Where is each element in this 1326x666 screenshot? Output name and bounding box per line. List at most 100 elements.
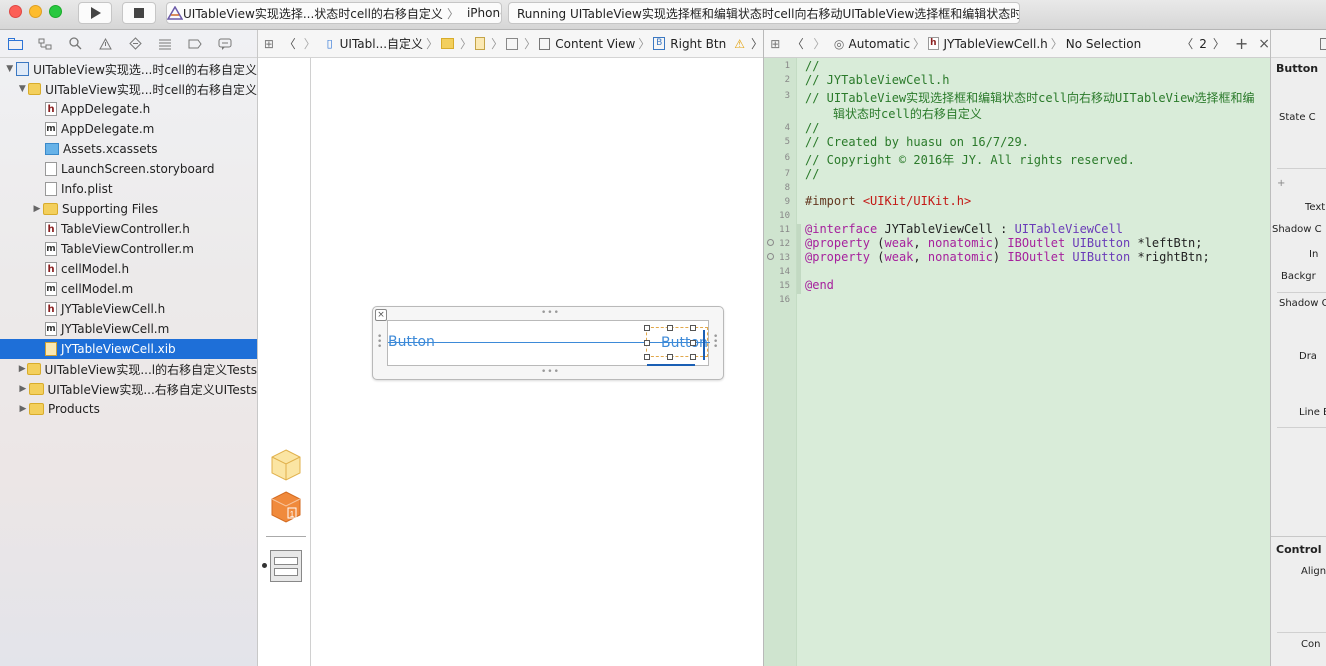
code-line[interactable]: // JYTableViewCell.h [805, 73, 950, 87]
list-item[interactable]: h TableViewController.h [0, 219, 257, 239]
selection-handle[interactable] [690, 340, 696, 346]
code-line[interactable]: // [805, 167, 819, 181]
line-break-label: Line B [1299, 407, 1326, 418]
disclosure-right-icon[interactable]: ▶ [17, 384, 29, 394]
list-item[interactable]: m TableViewController.m [0, 239, 257, 259]
list-item[interactable]: ▶ UITableView实现...l的右移自定义Tests [0, 359, 257, 379]
back-arrow-icon[interactable]: 〈 [787, 35, 810, 52]
shadow-offset-label: Shadow O [1279, 298, 1326, 309]
code-line-right-outlet[interactable]: @property (weak, nonatomic) IBOutlet UIB… [805, 250, 1210, 264]
xib-file-icon[interactable] [474, 37, 486, 50]
code-line[interactable]: // [805, 59, 819, 73]
list-item[interactable]: ▶ Products [0, 399, 257, 419]
minimize-window-button[interactable] [29, 5, 42, 18]
disclosure-down-icon[interactable]: ▼ [17, 84, 28, 94]
list-item[interactable]: Info.plist [0, 179, 257, 199]
related-items-icon[interactable]: ⊞ [764, 37, 787, 51]
report-navigator-icon[interactable] [210, 30, 240, 58]
list-item[interactable]: ▼ UITableView实现选...时cell的右移自定义 [0, 59, 257, 79]
previous-counterpart-icon[interactable]: 〈 [1181, 35, 1193, 52]
list-item[interactable]: m JYTableViewCell.m [0, 319, 257, 339]
first-responder-icon[interactable]: 1 [269, 490, 303, 527]
table-cell-icon[interactable] [506, 37, 519, 50]
selection-handle[interactable] [644, 354, 650, 360]
breadcrumb-right-btn[interactable]: Right Btn [670, 37, 726, 51]
add-editor-icon[interactable]: + [1235, 34, 1248, 53]
source-file-icon: m [45, 122, 57, 136]
resize-handle-right[interactable]: • • • [713, 333, 718, 352]
forward-arrow-icon[interactable]: 〉 [751, 35, 763, 52]
list-item[interactable]: Assets.xcassets [0, 139, 257, 159]
list-item-selected[interactable]: JYTableViewCell.xib [0, 339, 257, 359]
right-button[interactable]: Button [661, 335, 708, 351]
list-item[interactable]: ▶ Supporting Files [0, 199, 257, 219]
assistant-mode[interactable]: Automatic [849, 37, 911, 51]
add-variation-button[interactable]: + [1277, 178, 1285, 189]
folder-navigator-icon[interactable] [0, 30, 30, 58]
close-window-button[interactable] [9, 5, 22, 18]
selection-handle[interactable] [667, 325, 673, 331]
selection-handle[interactable] [690, 354, 696, 360]
resize-handle-top[interactable]: ••• [541, 308, 560, 318]
code-line-end[interactable]: @end [805, 278, 834, 292]
list-item[interactable]: ▶ UITableView实现...右移自定义UITests [0, 379, 257, 399]
breadcrumb-content-view[interactable]: Content View [555, 37, 635, 51]
stop-button[interactable] [122, 2, 156, 24]
left-button[interactable]: Button [388, 334, 435, 350]
editor-selection[interactable]: No Selection [1066, 37, 1141, 51]
selection-handle[interactable] [644, 340, 650, 346]
search-icon[interactable] [60, 30, 90, 58]
list-item[interactable]: h JYTableViewCell.h [0, 299, 257, 319]
content-view[interactable]: Button Button [387, 320, 710, 366]
table-view-cell-icon[interactable] [270, 550, 302, 582]
code-line[interactable]: // [805, 121, 819, 135]
close-icon[interactable]: × [375, 309, 387, 321]
forward-arrow-icon[interactable]: 〉 [809, 35, 830, 52]
scheme-selector[interactable]: UITableView实现选择...状态时cell的右移自定义 〉 iPhone… [166, 2, 502, 24]
code-line-left-outlet[interactable]: @property (weak, nonatomic) IBOutlet UIB… [805, 236, 1202, 250]
code-line-import[interactable]: #import <UIKit/UIKit.h> [805, 194, 971, 208]
close-editor-icon[interactable]: × [1258, 36, 1270, 52]
code-line[interactable]: // UITableView实现选择框和编辑状态时cell向右移动UITable… [805, 89, 1255, 106]
selection-handle[interactable] [644, 325, 650, 331]
code-line-wrap[interactable]: 辑状态时cell的右移自定义 [833, 105, 982, 122]
debug-navigator-icon[interactable] [150, 30, 180, 58]
list-item[interactable]: LaunchScreen.storyboard [0, 159, 257, 179]
list-item[interactable]: ▼ UITableView实现...时cell的右移自定义 [0, 79, 257, 99]
selection-handle[interactable] [690, 325, 696, 331]
symbol-navigator-icon[interactable] [30, 30, 60, 58]
issue-navigator-icon[interactable] [90, 30, 120, 58]
back-arrow-icon[interactable]: 〈 [280, 35, 300, 52]
run-button[interactable] [78, 2, 112, 24]
breadcrumb-file[interactable]: UITabl...自定义 [340, 35, 423, 52]
code-line-interface[interactable]: @interface JYTableViewCell : UITableView… [805, 222, 1123, 236]
disclosure-right-icon[interactable]: ▶ [31, 204, 43, 214]
disclosure-down-icon[interactable]: ▼ [4, 64, 16, 74]
list-item[interactable]: m AppDelegate.m [0, 119, 257, 139]
code-line[interactable]: // Copyright © 2016年 JY. All rights rese… [805, 151, 1135, 168]
list-item[interactable]: h AppDelegate.h [0, 99, 257, 119]
warning-icon[interactable]: ⚠ [734, 37, 745, 51]
breakpoint-navigator-icon[interactable] [180, 30, 210, 58]
files-owner-icon[interactable] [269, 448, 303, 485]
forward-arrow-icon[interactable]: 〉 [300, 35, 320, 52]
next-counterpart-icon[interactable]: 〉 [1213, 35, 1225, 52]
test-navigator-icon[interactable] [120, 30, 150, 58]
list-item[interactable]: m cellModel.m [0, 279, 257, 299]
zoom-window-button[interactable] [49, 5, 62, 18]
disclosure-right-icon[interactable]: ▶ [17, 364, 27, 374]
right-button-selection[interactable]: Button [644, 325, 708, 366]
file-inspector-icon[interactable] [1320, 38, 1326, 50]
editor-file-name[interactable]: JYTableViewCell.h [944, 37, 1048, 51]
disclosure-right-icon[interactable]: ▶ [17, 404, 29, 414]
resize-handle-bottom[interactable]: ••• [541, 367, 560, 377]
resize-handle-left[interactable]: • • • [377, 333, 382, 352]
related-items-icon[interactable]: ⊞ [258, 37, 280, 51]
list-item[interactable]: h cellModel.h [0, 259, 257, 279]
selection-handle[interactable] [667, 354, 673, 360]
chevron-right-icon: 〉 [1050, 37, 1063, 51]
folder-icon[interactable] [441, 38, 454, 49]
code-line[interactable]: // Created by huasu on 16/7/29. [805, 135, 1029, 149]
code-token: <UIKit/UIKit.h> [862, 194, 972, 208]
table-view-cell-canvas[interactable]: × ••• ••• • • • • • • Button Button [372, 306, 724, 380]
